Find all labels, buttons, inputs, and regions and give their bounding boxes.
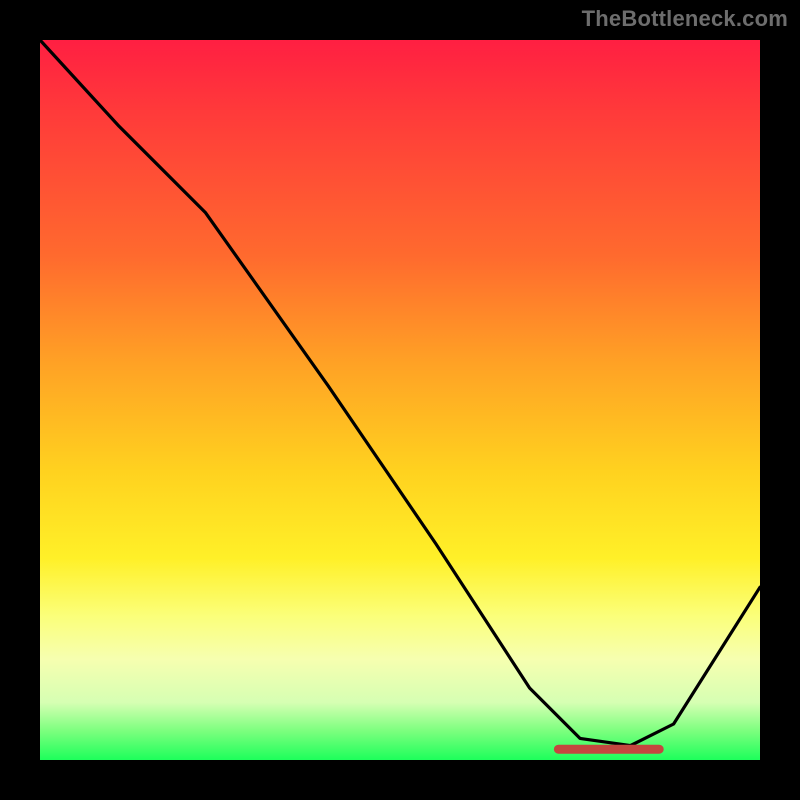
plot-svg [40,40,760,760]
bottleneck-curve [40,40,760,746]
chart-stage: TheBottleneck.com [0,0,800,800]
watermark-text: TheBottleneck.com [582,6,788,32]
plot-area [40,40,760,760]
